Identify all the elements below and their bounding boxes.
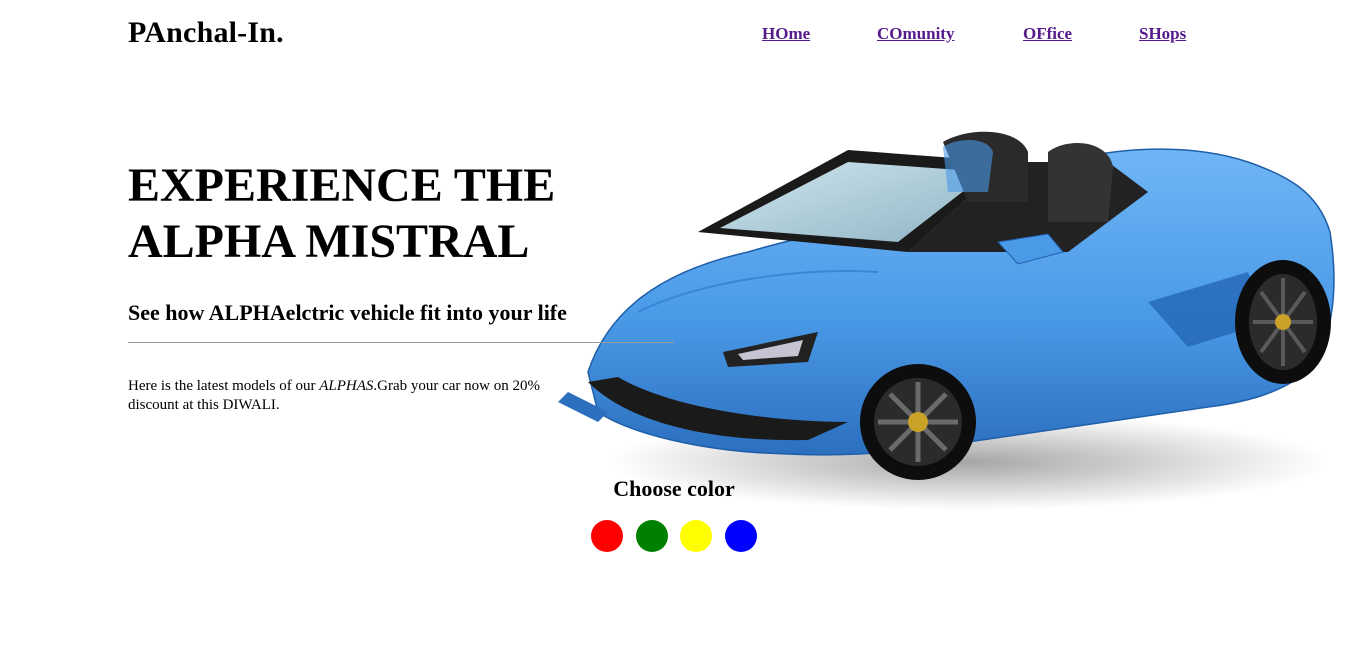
hero-title-line1: EXPERIENCE THE (128, 159, 556, 212)
color-swatch-blue[interactable] (725, 520, 757, 552)
desc-text-1: Here is the latest models of our (128, 378, 320, 394)
hero-description: Here is the latest models of our ALPHAS.… (128, 377, 573, 415)
desc-italic: ALPHAS (319, 378, 374, 394)
divider (128, 342, 674, 343)
nav-link-home[interactable]: HOme (762, 24, 810, 44)
hero-title: EXPERIENCE THE ALPHA MISTRAL (128, 158, 588, 270)
hero-title-line2: ALPHA MISTRAL (128, 215, 530, 268)
color-swatch-green[interactable] (636, 520, 668, 552)
nav-link-office[interactable]: OFfice (1023, 24, 1072, 44)
top-nav: HOme COmunity OFfice SHops (0, 24, 1355, 48)
page: PAnchal-In. HOme COmunity OFfice SHops E… (0, 0, 1355, 649)
color-swatch-red[interactable] (591, 520, 623, 552)
nav-link-shops[interactable]: SHops (1139, 24, 1186, 44)
color-swatch-yellow[interactable] (680, 520, 712, 552)
car-image (558, 131, 1335, 510)
color-picker-title: Choose color (613, 476, 735, 501)
hero-subtitle: See how ALPHAelctric vehicle fit into yo… (128, 300, 567, 325)
nav-link-community[interactable]: COmunity (877, 24, 954, 44)
